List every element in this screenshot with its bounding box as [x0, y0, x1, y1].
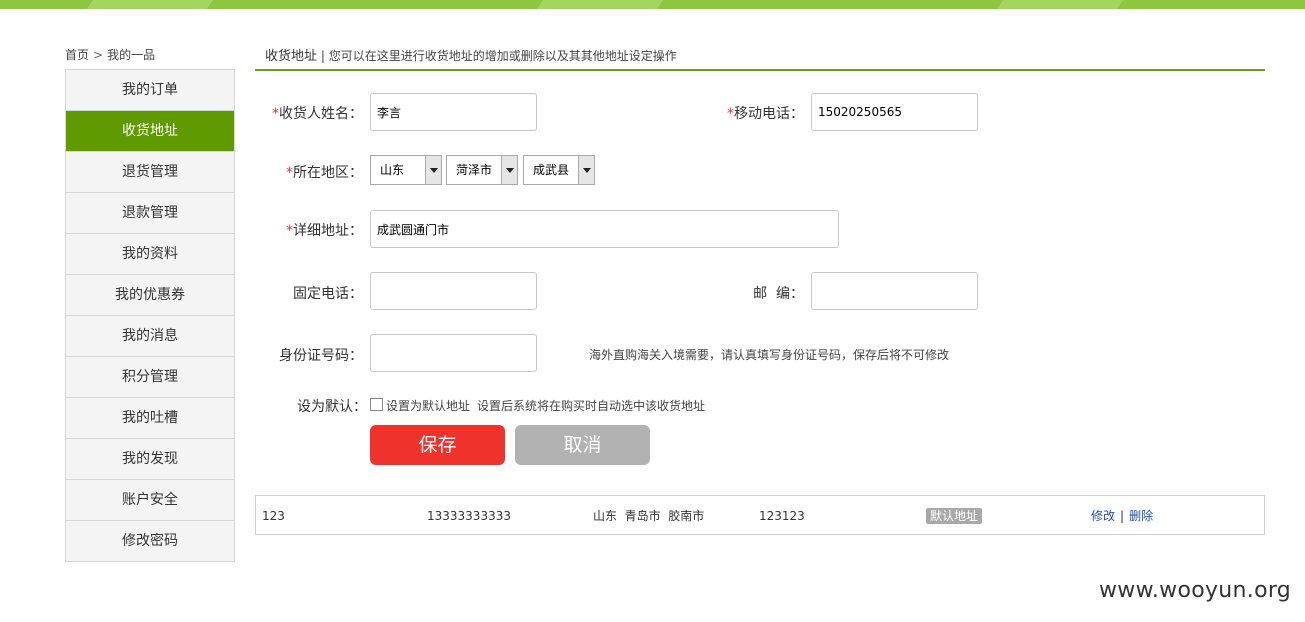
sidebar-nav: 我的订单 收货地址 退货管理 退款管理 我的资料 我的优惠券 我的消息 积分管理… — [65, 69, 235, 562]
name-label-text: 收货人姓名： — [279, 106, 363, 122]
mobile-input[interactable] — [811, 93, 978, 131]
watermark: www.wooyun.org — [1099, 578, 1292, 603]
sidebar-item-profile[interactable]: 我的资料 — [66, 234, 234, 275]
sidebar-item-orders[interactable]: 我的订单 — [66, 70, 234, 111]
id-card-label: 身份证号码： — [279, 348, 363, 364]
city-select[interactable]: 菏泽市 — [446, 155, 518, 185]
banner-stripe — [536, 0, 664, 9]
chevron-down-icon — [425, 156, 441, 184]
page-title-divider: | — [317, 49, 329, 63]
sidebar-item-security[interactable]: 账户安全 — [66, 480, 234, 521]
row-region: 山东 青岛市 胶南市 — [593, 509, 705, 523]
row-zip: 123123 — [759, 509, 805, 523]
banner-stripe — [86, 0, 214, 9]
county-value: 成武县 — [533, 163, 570, 177]
breadcrumb: 首页 > 我的一品 — [65, 46, 155, 63]
city-value: 菏泽市 — [456, 163, 493, 177]
page-title-bar: 收货地址 | 您可以在这里进行收货地址的增加或删除以及其其他地址设定操作 — [255, 45, 1265, 71]
page-title: 收货地址 — [265, 49, 318, 64]
sidebar-item-returns[interactable]: 退货管理 — [66, 152, 234, 193]
address-list-row: 123 13333333333 山东 青岛市 胶南市 123123 默认地址 修… — [255, 495, 1265, 535]
save-button[interactable]: 保存 — [370, 425, 505, 465]
page-description: 您可以在这里进行收货地址的增加或删除以及其其他地址设定操作 — [328, 49, 677, 63]
detail-address-input[interactable] — [370, 210, 839, 248]
chevron-down-icon — [578, 156, 594, 184]
default-address-checkbox[interactable] — [370, 398, 383, 411]
sidebar-item-refunds[interactable]: 退款管理 — [66, 193, 234, 234]
sidebar-item-feedback[interactable]: 我的吐槽 — [66, 398, 234, 439]
row-receiver-name: 123 — [262, 509, 285, 523]
sidebar-item-coupons[interactable]: 我的优惠券 — [66, 275, 234, 316]
required-mark: * — [286, 223, 293, 239]
province-value: 山东 — [380, 163, 405, 177]
row-phone: 13333333333 — [427, 509, 511, 523]
delete-link[interactable]: 删除 — [1129, 509, 1153, 523]
required-mark: * — [286, 165, 293, 181]
banner-stripe — [996, 0, 1124, 9]
breadcrumb-separator: > — [93, 48, 104, 62]
required-mark: * — [272, 106, 279, 122]
province-select[interactable]: 山东 — [370, 155, 442, 185]
breadcrumb-home[interactable]: 首页 — [65, 46, 89, 63]
row-actions: 修改 | 删除 — [1091, 496, 1153, 536]
default-label: 设为默认： — [297, 399, 367, 415]
sidebar-item-messages[interactable]: 我的消息 — [66, 316, 234, 357]
edit-link[interactable]: 修改 — [1091, 509, 1115, 523]
landline-input[interactable] — [370, 272, 537, 310]
receiver-name-input[interactable] — [370, 93, 537, 131]
zip-label: 邮 编： — [753, 286, 804, 302]
sidebar-item-password[interactable]: 修改密码 — [66, 521, 234, 562]
sidebar-item-points[interactable]: 积分管理 — [66, 357, 234, 398]
mobile-label: *移动电话： — [700, 103, 804, 123]
region-label-text: 所在地区： — [293, 165, 363, 181]
id-card-hint: 海外直购海关入境需要，请认真填写身份证号码，保存后将不可修改 — [589, 348, 950, 362]
default-checkbox-label[interactable]: 设置为默认地址 — [386, 397, 470, 414]
default-address-badge: 默认地址 — [926, 508, 983, 524]
action-separator: | — [1120, 509, 1125, 523]
breadcrumb-current[interactable]: 我的一品 — [107, 46, 155, 63]
cancel-button[interactable]: 取消 — [515, 425, 650, 465]
phone-label: 固定电话： — [293, 286, 363, 302]
default-hint: 设置后系统将在购买时自动选中该收货地址 — [477, 399, 706, 413]
mobile-label-text: 移动电话： — [734, 106, 804, 122]
county-select[interactable]: 成武县 — [523, 155, 595, 185]
required-mark: * — [727, 106, 734, 122]
zip-input[interactable] — [811, 272, 978, 310]
address-label: *详细地址： — [255, 220, 363, 240]
chevron-down-icon — [501, 156, 517, 184]
top-banner-bar — [0, 0, 1305, 9]
region-label: *所在地区： — [255, 162, 363, 182]
sidebar-item-discover[interactable]: 我的发现 — [66, 439, 234, 480]
name-label: *收货人姓名： — [255, 103, 363, 123]
id-card-input[interactable] — [370, 334, 537, 372]
sidebar-item-addresses[interactable]: 收货地址 — [66, 111, 234, 152]
address-label-text: 详细地址： — [293, 223, 363, 239]
